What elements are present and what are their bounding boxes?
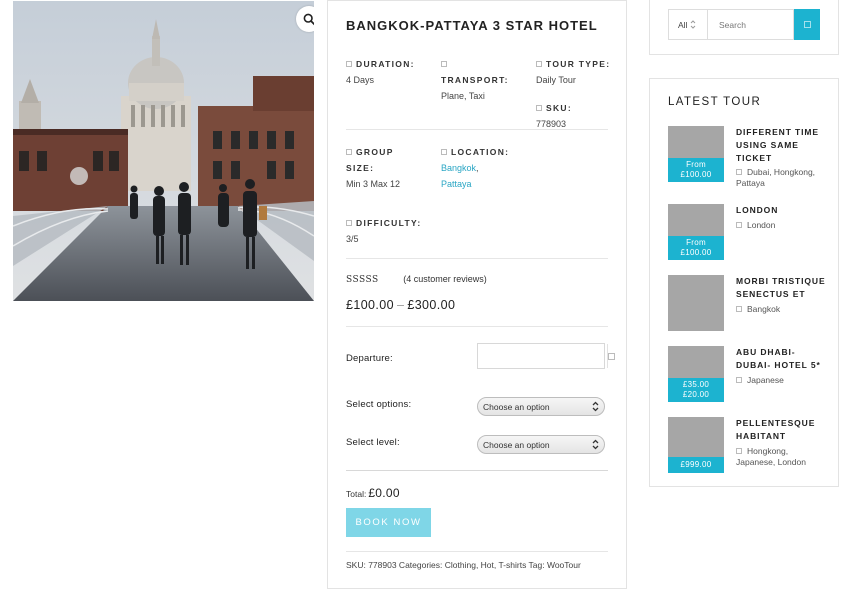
book-now-button[interactable]: BOOK NOW [346, 508, 431, 537]
reviews-link[interactable]: (4 customer reviews) [403, 274, 487, 284]
departure-label: Departure: [346, 353, 393, 364]
divider [346, 258, 608, 259]
meta-difficulty: DIFFICULTY: 3/5 [346, 215, 421, 247]
search-widget: All Search [649, 0, 839, 55]
tour-location: Japanese [736, 375, 826, 386]
clock-icon [346, 61, 352, 67]
map-pin-icon [736, 306, 742, 312]
map-pin-icon [441, 149, 447, 155]
tour-location: Dubai, Hongkong, Pattaya [736, 167, 816, 188]
product-title: BANGKOK-PATTAYA 3 STAR HOTEL [346, 18, 598, 33]
meta-tour-type: TOUR TYPE: Daily Tour SKU: 778903 [536, 56, 610, 132]
departure-field[interactable] [477, 343, 615, 369]
duration-value: 4 Days [346, 75, 375, 85]
group-value: Min 3 Max 12 [346, 179, 401, 189]
product-meta-footer: SKU: 778903 Categories: Clothing, Hot, T… [346, 560, 581, 570]
star-rating: SSSSS [346, 275, 379, 285]
search-category-select[interactable]: All [668, 9, 708, 40]
chevron-updown-icon [592, 401, 599, 412]
divider [346, 551, 608, 552]
map-pin-icon [736, 169, 742, 175]
price-badge: From £100.00 [668, 236, 724, 260]
map-pin-icon [736, 222, 742, 228]
price-badge: £999.00 [668, 457, 724, 473]
search-icon [803, 21, 811, 28]
tour-name[interactable]: LONDON [736, 204, 826, 217]
tour-thumbnail[interactable]: £999.00 [668, 417, 724, 473]
price-badge: £35.00 £20.00 [668, 378, 724, 402]
tour-thumbnail[interactable]: From £100.00 [668, 126, 724, 182]
price-to: £300.00 [407, 298, 456, 312]
transport-value: Plane, Taxi [441, 91, 485, 101]
tour-name[interactable]: MORBI TRISTIQUE SENECTUS ET [736, 275, 826, 301]
meta-transport: TRANSPORT: Plane, Taxi [441, 56, 509, 104]
tour-thumbnail[interactable]: From £100.00 [668, 204, 724, 260]
group-icon [346, 149, 352, 155]
level-label: Select level: [346, 437, 400, 448]
location-link-pattaya[interactable]: Pattaya [441, 179, 472, 189]
total-label: Total: [346, 489, 367, 499]
price-range: £100.00– £300.00 [346, 298, 456, 312]
meta-duration: DURATION: 4 Days [346, 56, 415, 88]
meta-group-size: GROUP SIZE: Min 3 Max 12 [346, 144, 400, 192]
gauge-icon [346, 220, 352, 226]
magnifier-icon [303, 13, 314, 26]
price-badge: From £100.00 [668, 158, 724, 182]
total-value: £0.00 [368, 486, 400, 500]
search-button[interactable] [794, 9, 820, 40]
product-summary: BANGKOK-PATTAYA 3 STAR HOTEL DURATION: 4… [327, 0, 627, 589]
tour-thumbnail[interactable] [668, 275, 724, 331]
divider [346, 470, 608, 471]
latest-tour-title: LATEST TOUR [668, 96, 762, 108]
plane-icon [441, 61, 447, 67]
tour-location: Hongkong, Japanese, London [736, 446, 806, 467]
rating-row: SSSSS (4 customer reviews) [346, 274, 487, 285]
map-pin-icon [736, 377, 742, 383]
chevron-updown-icon [691, 20, 696, 29]
tour-name[interactable]: ABU DHABI- DUBAI- HOTEL 5* [736, 346, 826, 372]
tour-name[interactable]: DIFFERENT TIME USING SAME TICKET [736, 126, 826, 165]
difficulty-value: 3/5 [346, 234, 359, 244]
tour-name[interactable]: PELLENTESQUE HABITANT [736, 417, 826, 443]
options-label: Select options: [346, 399, 412, 410]
total-row: Total: £0.00 [346, 486, 400, 500]
level-select[interactable]: Choose an option [477, 435, 605, 454]
calendar-icon [608, 352, 615, 360]
barcode-icon [536, 105, 542, 111]
options-select[interactable]: Choose an option [477, 397, 605, 416]
departure-input[interactable] [478, 344, 607, 368]
calendar-button[interactable] [607, 344, 615, 368]
tour-type-value: Daily Tour [536, 75, 576, 85]
divider [346, 326, 608, 327]
meta-location: LOCATION: Bangkok, Pattaya [441, 147, 510, 189]
tour-location: London [736, 220, 826, 231]
divider [346, 129, 608, 130]
price-from: £100.00 [346, 298, 394, 312]
chevron-updown-icon [592, 439, 599, 450]
tour-thumbnail[interactable]: £35.00 £20.00 [668, 346, 724, 402]
latest-tour-widget: LATEST TOUR From £100.00 DIFFERENT TIME U… [649, 78, 839, 487]
map-pin-icon [736, 448, 742, 454]
tag-icon [536, 61, 542, 67]
london-photo [13, 1, 314, 301]
search-input[interactable]: Search [708, 9, 794, 40]
location-link-bangkok[interactable]: Bangkok [441, 163, 476, 173]
tour-location: Bangkok [736, 304, 826, 315]
product-image[interactable] [13, 1, 314, 301]
